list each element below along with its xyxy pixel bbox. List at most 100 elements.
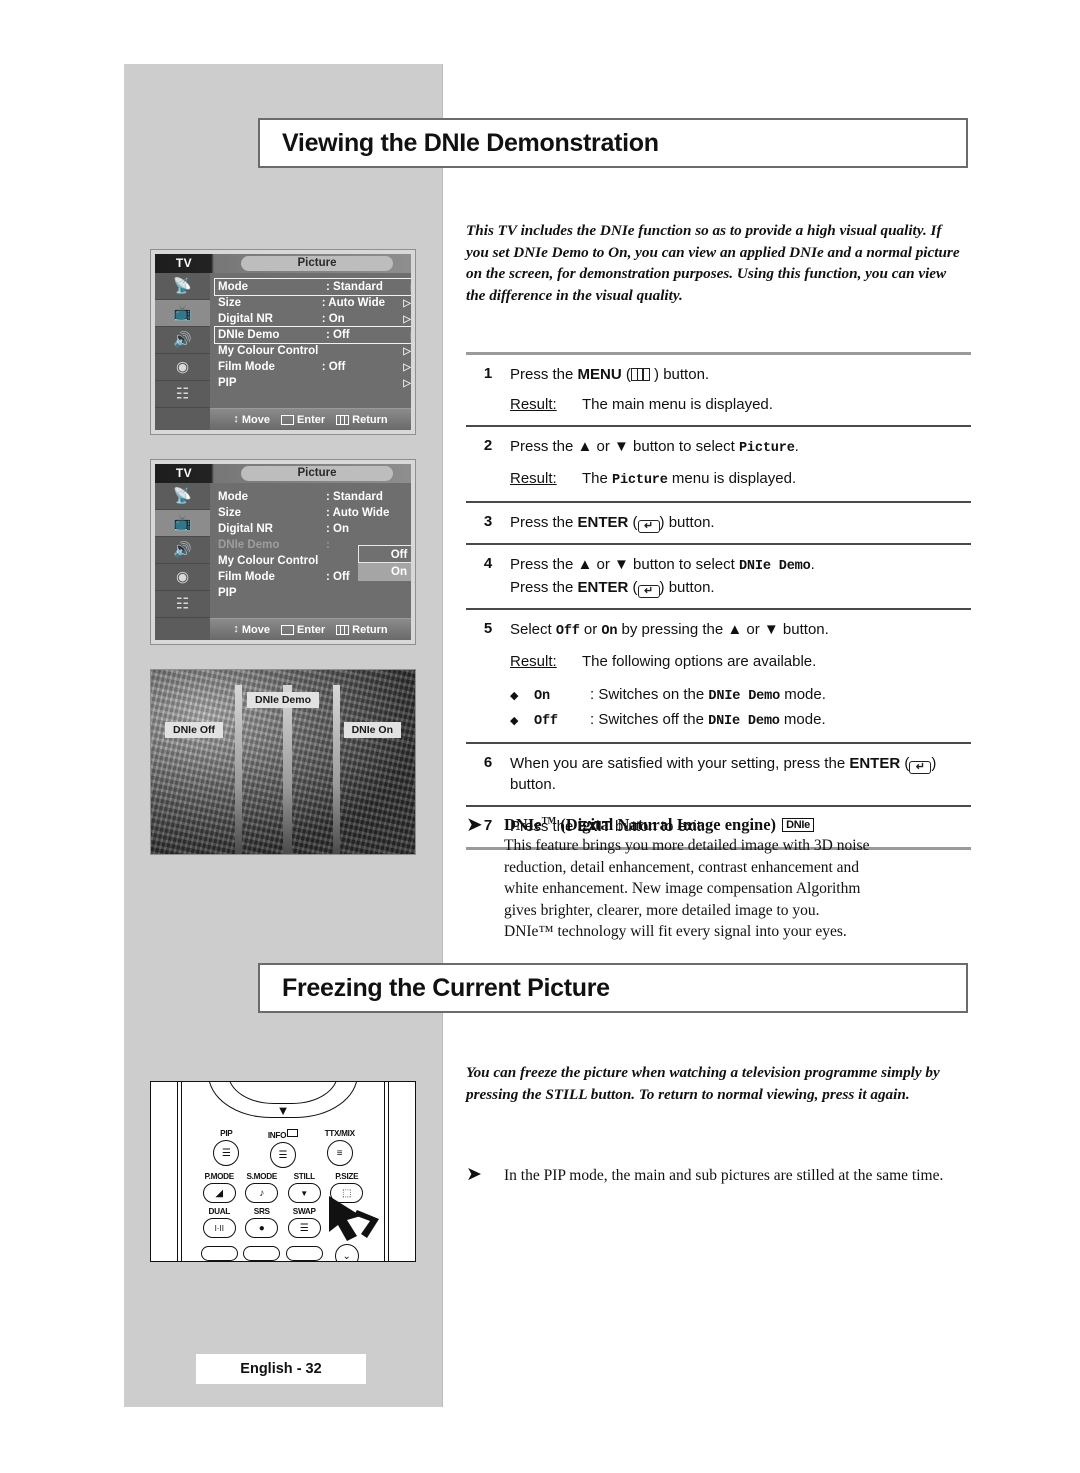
p-mode-icon[interactable]: ◢: [202, 1183, 236, 1203]
osd-row-label: Mode: [218, 491, 249, 503]
ttx-mix-icon[interactable]: ≡: [326, 1140, 353, 1166]
remote-button-p-size[interactable]: P.SIZE ⬚: [326, 1172, 369, 1207]
dnie-demo-dropdown[interactable]: Off On: [358, 545, 411, 581]
dnie-note-title: DNIeTM (Digital Natural Image engine) DNI…: [504, 815, 814, 835]
page-footer-label: English - 32: [240, 1361, 322, 1377]
section-intro-dnie: This TV includes the DNIe function so as…: [466, 222, 960, 304]
osd-setup-icon[interactable]: ◉: [155, 354, 210, 381]
remote-blank-key[interactable]: [198, 1242, 241, 1261]
osd-hint-move: ↕ Move: [233, 414, 270, 426]
osd-row-pip[interactable]: PIP: [218, 585, 411, 601]
dropdown-option-on[interactable]: On: [358, 563, 411, 581]
step-number: 5: [483, 620, 493, 637]
p-size-icon[interactable]: ⬚: [330, 1183, 364, 1203]
step-6-post: ): [931, 755, 937, 772]
freezing-bullet-text: In the PIP mode, the main and sub pictur…: [504, 1167, 944, 1184]
osd-row-digital-nr[interactable]: Digital NR: On ▷: [218, 311, 411, 327]
osd-hint-bar: ↕ Move Enter Return: [210, 408, 411, 430]
remote-button-pip[interactable]: PIP ☰: [198, 1129, 255, 1172]
remote-button-swap[interactable]: SWAP ☰: [283, 1207, 326, 1242]
osd-row-size[interactable]: Size: Auto Wide ▷: [218, 295, 411, 311]
dnie-note: ➤ DNIeTM (Digital Natural Image engine) D…: [466, 815, 971, 943]
osd-row-dnie-demo[interactable]: DNIe Demo: Off▷: [214, 326, 411, 344]
remote-button-still[interactable]: STILL ▼: [283, 1172, 326, 1207]
s-mode-icon[interactable]: ♪: [245, 1183, 279, 1203]
step-1-key: MENU: [577, 366, 622, 383]
dual-icon[interactable]: I·II: [202, 1218, 236, 1238]
osd-setup-icon[interactable]: ◉: [155, 564, 210, 591]
osd-row-my-colour-control[interactable]: My Colour Control ▷: [218, 343, 411, 359]
osd-speaker-icon[interactable]: 🔊: [155, 537, 210, 564]
diamond-icon: ◆: [510, 715, 519, 727]
step-6-line2: button.: [510, 776, 556, 793]
remote-button-info[interactable]: INFO ☰: [255, 1129, 312, 1172]
chevron-right-icon: ▷: [403, 361, 411, 373]
blank-key-icon[interactable]: [200, 1246, 238, 1261]
remote-button-label: S.MODE: [246, 1172, 278, 1181]
steps-list: 1 Press the MENU ( ) button. Result: The…: [466, 352, 971, 850]
remote-button-label: SWAP: [292, 1207, 316, 1216]
chevron-right-icon: ▷: [403, 377, 411, 389]
remote-row-1: PIP ☰ INFO ☰ TTX/MIX ≡: [198, 1129, 368, 1172]
photo-label-demo: DNIe Demo: [246, 692, 320, 708]
chevron-right-icon: ▷: [403, 297, 411, 309]
remote-button-p-mode[interactable]: P.MODE ◢: [198, 1172, 241, 1207]
osd-antenna-icon[interactable]: 📡: [155, 483, 210, 510]
osd-tv-icon[interactable]: 📺: [155, 300, 210, 327]
step-6-key: ENTER: [849, 755, 901, 772]
step-1-post: ) button.: [649, 366, 710, 383]
osd-tab-picture[interactable]: Picture: [241, 466, 393, 481]
remote-button-label: INFO: [255, 1129, 312, 1141]
step-5-line: Select Off or On by pressing the ▲ or ▼ …: [510, 619, 971, 642]
remote-button-s-mode[interactable]: S.MODE ♪: [241, 1172, 284, 1207]
dnie-demo-photo: DNIe Demo DNIe Off DNIe On: [150, 669, 416, 855]
step-text: Select Off or On by pressing the ▲ or ▼ …: [510, 619, 971, 732]
osd-hint-move-label: Move: [241, 413, 271, 426]
osd-special-icon[interactable]: ☷: [155, 381, 210, 408]
remote-channel-down-key[interactable]: ⌄: [326, 1242, 369, 1261]
info-icon[interactable]: ☰: [269, 1142, 296, 1168]
osd-tv-label: TV: [175, 256, 193, 270]
osd-special-icon[interactable]: ☷: [155, 591, 210, 618]
result-label: Result:: [510, 396, 557, 413]
blank-key-icon[interactable]: [243, 1246, 281, 1261]
remote-button-label: P.MODE: [204, 1172, 235, 1181]
osd-row-value: : Auto Wide: [326, 507, 390, 519]
osd-row-mode[interactable]: Mode: Standard▷: [214, 278, 411, 296]
chevron-down-icon[interactable]: ⌄: [334, 1244, 359, 1261]
step-5-on: On: [601, 624, 618, 639]
still-icon[interactable]: ▼: [287, 1183, 321, 1203]
osd-speaker-icon[interactable]: 🔊: [155, 327, 210, 354]
pip-icon[interactable]: ☰: [213, 1140, 240, 1166]
remote-blank-key[interactable]: [283, 1242, 326, 1261]
swap-icon[interactable]: ☰: [287, 1218, 321, 1238]
srs-icon[interactable]: ●: [245, 1218, 279, 1238]
section-title-text: Viewing the DNIe Demonstration: [282, 128, 659, 157]
remote-button-dual[interactable]: DUAL I·II: [198, 1207, 241, 1242]
osd-row-pip[interactable]: PIP ▷: [218, 375, 411, 391]
dropdown-option-off[interactable]: Off: [358, 545, 411, 563]
osd-row-size[interactable]: Size: Auto Wide: [218, 505, 411, 521]
step-3-pre: Press the: [510, 514, 578, 531]
remote-button-ttx-mix[interactable]: TTX/MIX ≡: [311, 1129, 368, 1172]
osd-row-label: Film Mode: [218, 571, 275, 583]
osd-hint-move: ↕ Move: [233, 624, 270, 636]
osd-row-film-mode[interactable]: Film Mode: Off ▷: [218, 359, 411, 375]
osd-row-label: My Colour Control: [218, 345, 319, 357]
osd-row-mode[interactable]: Mode: Standard: [218, 489, 411, 505]
step-4-post: .: [810, 556, 815, 573]
option-post: mode.: [780, 686, 826, 703]
osd-hint-return-label: Return: [352, 413, 388, 426]
step-6: 6 When you are satisfied with your setti…: [466, 744, 971, 805]
remote-blank-key[interactable]: [241, 1242, 284, 1261]
photo-tree-trunk: [333, 684, 341, 854]
photo-label-off: DNIe Off: [165, 722, 223, 738]
osd-row-digital-nr[interactable]: Digital NR: On: [218, 521, 411, 537]
blank-key-icon[interactable]: [285, 1246, 323, 1261]
remote-button-srs[interactable]: SRS ●: [241, 1207, 284, 1242]
option-pre: : Switches off the: [590, 711, 709, 728]
step-4-line2-post: ) button.: [659, 579, 715, 596]
osd-antenna-icon[interactable]: 📡: [155, 273, 210, 300]
osd-tv-icon[interactable]: 📺: [155, 510, 210, 537]
osd-tab-picture[interactable]: Picture: [241, 256, 393, 271]
